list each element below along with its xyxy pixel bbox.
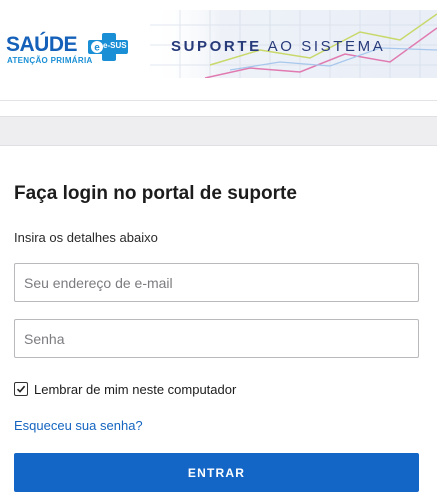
- support-title: SUPORTE AO SISTEMA: [171, 38, 385, 55]
- navigation-bar: [0, 116, 437, 146]
- remember-me-checkbox[interactable]: [14, 382, 28, 396]
- saude-esus-logo: SAÚDE e e-SUS ATENÇÃO PRIMÁRIA: [6, 25, 146, 70]
- login-title: Faça login no portal de suporte: [14, 183, 297, 204]
- support-title-strong: SUPORTE: [171, 38, 262, 55]
- svg-text:e: e: [94, 43, 100, 54]
- email-field[interactable]: [14, 263, 419, 302]
- page-header: SAÚDE e e-SUS ATENÇÃO PRIMÁRIA SUPORTE A…: [0, 0, 437, 101]
- logo-subtitle: ATENÇÃO PRIMÁRIA: [7, 56, 93, 65]
- remember-me-label[interactable]: Lembrar de mim neste computador: [34, 382, 236, 397]
- password-field[interactable]: [14, 319, 419, 358]
- login-subtitle: Insira os detalhes abaixo: [14, 230, 158, 245]
- remember-me-option[interactable]: Lembrar de mim neste computador: [14, 380, 236, 398]
- login-button[interactable]: ENTRAR: [14, 453, 419, 492]
- logo-badge-text: e-SUS: [103, 41, 127, 50]
- logo-word: SAÚDE: [6, 33, 78, 56]
- forgot-password-link[interactable]: Esqueceu sua senha?: [14, 418, 143, 433]
- checkmark-icon: [16, 385, 26, 393]
- support-title-rest: AO SISTEMA: [261, 38, 386, 55]
